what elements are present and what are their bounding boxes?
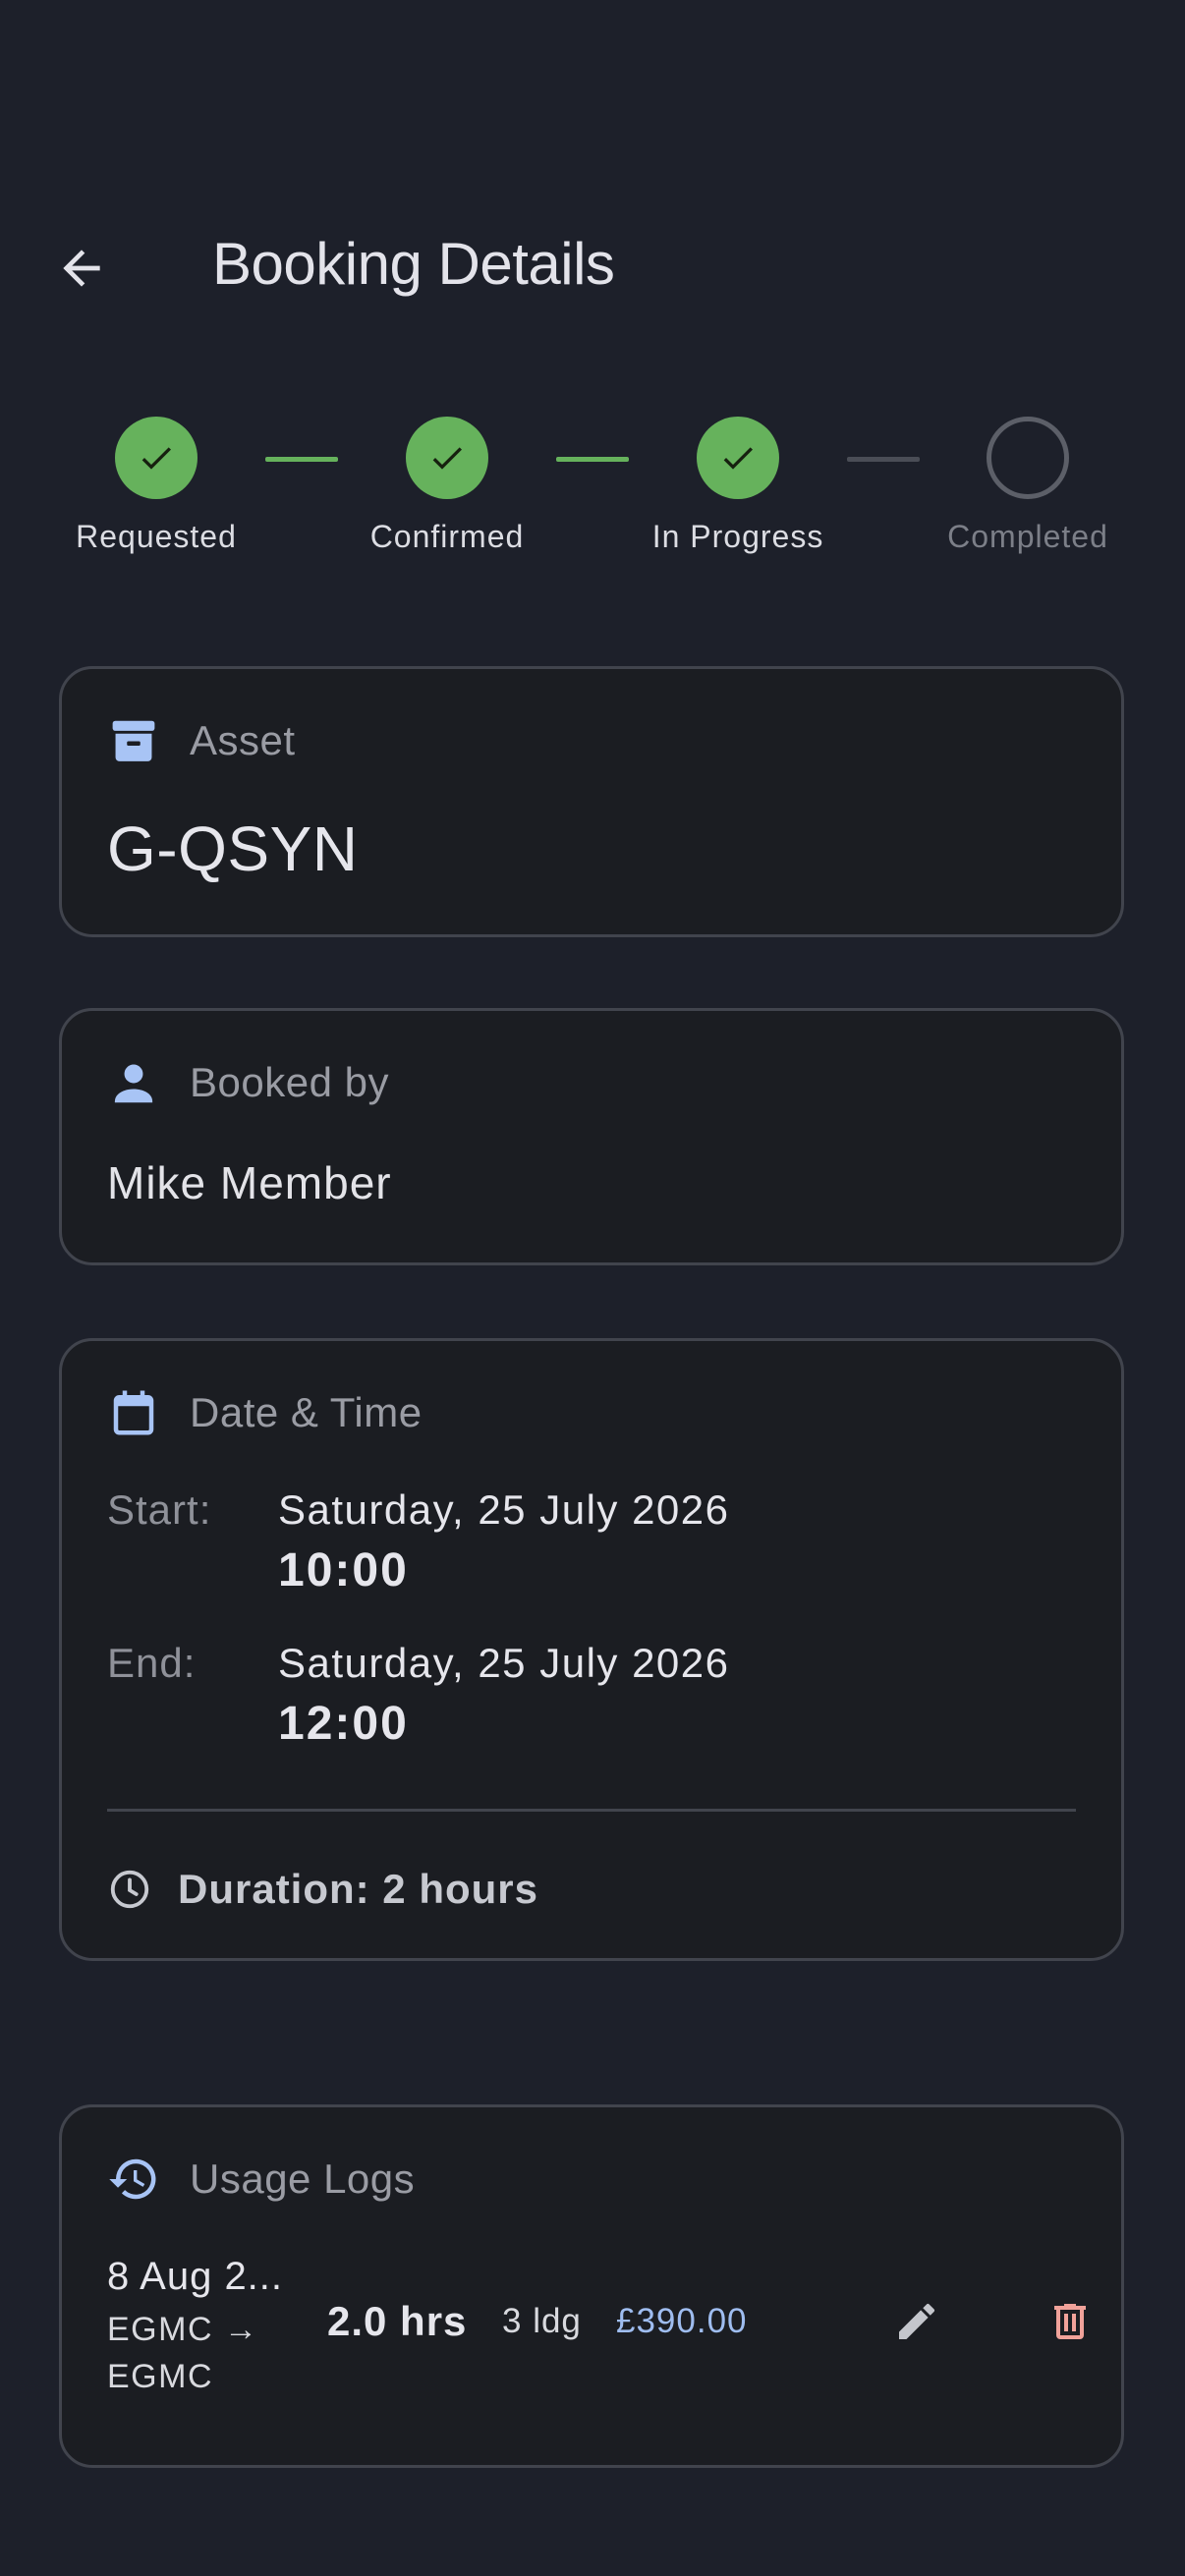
- card-label: Usage Logs: [190, 2156, 416, 2202]
- booked-by-card: Booked by Mike Member: [59, 1008, 1124, 1265]
- check-icon: [723, 447, 753, 470]
- card-label: Asset: [190, 717, 296, 763]
- step-completed: Completed: [910, 417, 1146, 555]
- date-time-card: Date & Time Start: Saturday, 25 July 202…: [59, 1338, 1124, 1961]
- start-label: Start:: [107, 1486, 212, 1533]
- booked-by-name: Mike Member: [107, 1157, 392, 1208]
- card-header: Asset: [107, 714, 296, 767]
- check-icon: [141, 447, 171, 470]
- booking-status-stepper: Requested Confirmed In Progress Complete…: [0, 417, 1185, 564]
- step-complete-indicator: [697, 417, 779, 499]
- log-route: EGMC → EGMC: [107, 2311, 259, 2395]
- card-header: Booked by: [107, 1056, 389, 1109]
- log-price: £390.00: [616, 2302, 748, 2340]
- duration-row: Duration: 2 hours: [107, 1866, 538, 1913]
- step-complete-indicator: [115, 417, 198, 499]
- card-label: Date & Time: [190, 1389, 423, 1435]
- page-title: Booking Details: [212, 231, 615, 297]
- end-date: Saturday, 25 July 2026: [278, 1640, 730, 1686]
- app-bar: Booking Details: [0, 196, 1185, 334]
- step-in-progress: In Progress: [620, 417, 856, 555]
- divider: [107, 1809, 1076, 1812]
- usage-log-row[interactable]: 8 Aug 2... EGMC → EGMC 2.0 hrs 3 ldg £39…: [107, 2255, 1090, 2402]
- trash-icon: [1054, 2304, 1086, 2339]
- pencil-icon: [899, 2303, 935, 2339]
- calendar-icon: [107, 1386, 160, 1439]
- log-landings: 3 ldg: [502, 2302, 582, 2340]
- step-requested: Requested: [38, 417, 274, 555]
- arrow-back-icon: [63, 250, 100, 287]
- start-date: Saturday, 25 July 2026: [278, 1486, 730, 1533]
- person-icon: [107, 1056, 160, 1109]
- step-connector: [265, 457, 338, 462]
- card-header: Usage Logs: [107, 2153, 415, 2206]
- clock-icon: [110, 1870, 149, 1909]
- step-connector: [556, 457, 629, 462]
- card-label: Booked by: [190, 1059, 389, 1105]
- step-label: In Progress: [651, 519, 824, 554]
- log-date: 8 Aug 2...: [107, 2255, 284, 2298]
- duration-text: Duration: 2 hours: [178, 1866, 539, 1912]
- log-hours: 2.0 hrs: [327, 2298, 468, 2344]
- end-label: End:: [107, 1640, 197, 1686]
- asset-registration: G-QSYN: [107, 813, 359, 884]
- step-pending-indicator: [987, 417, 1069, 499]
- archive-box-icon: [107, 714, 160, 767]
- end-time: 12:00: [278, 1698, 409, 1750]
- step-complete-indicator: [406, 417, 488, 499]
- step-confirmed: Confirmed: [329, 417, 565, 555]
- start-time: 10:00: [278, 1544, 409, 1596]
- card-header: Date & Time: [107, 1386, 423, 1439]
- step-label: Confirmed: [369, 519, 525, 554]
- back-button[interactable]: [39, 226, 124, 310]
- history-icon: [107, 2153, 160, 2206]
- usage-logs-card: Usage Logs 8 Aug 2... EGMC → EGMC 2.0 hr…: [59, 2104, 1124, 2468]
- asset-card: Asset G-QSYN: [59, 666, 1124, 937]
- edit-log-button[interactable]: [877, 2282, 956, 2361]
- step-label: Requested: [76, 519, 237, 554]
- step-connector: [847, 457, 920, 462]
- check-icon: [432, 447, 462, 470]
- delete-log-button[interactable]: [1031, 2282, 1109, 2361]
- step-label: Completed: [947, 519, 1108, 554]
